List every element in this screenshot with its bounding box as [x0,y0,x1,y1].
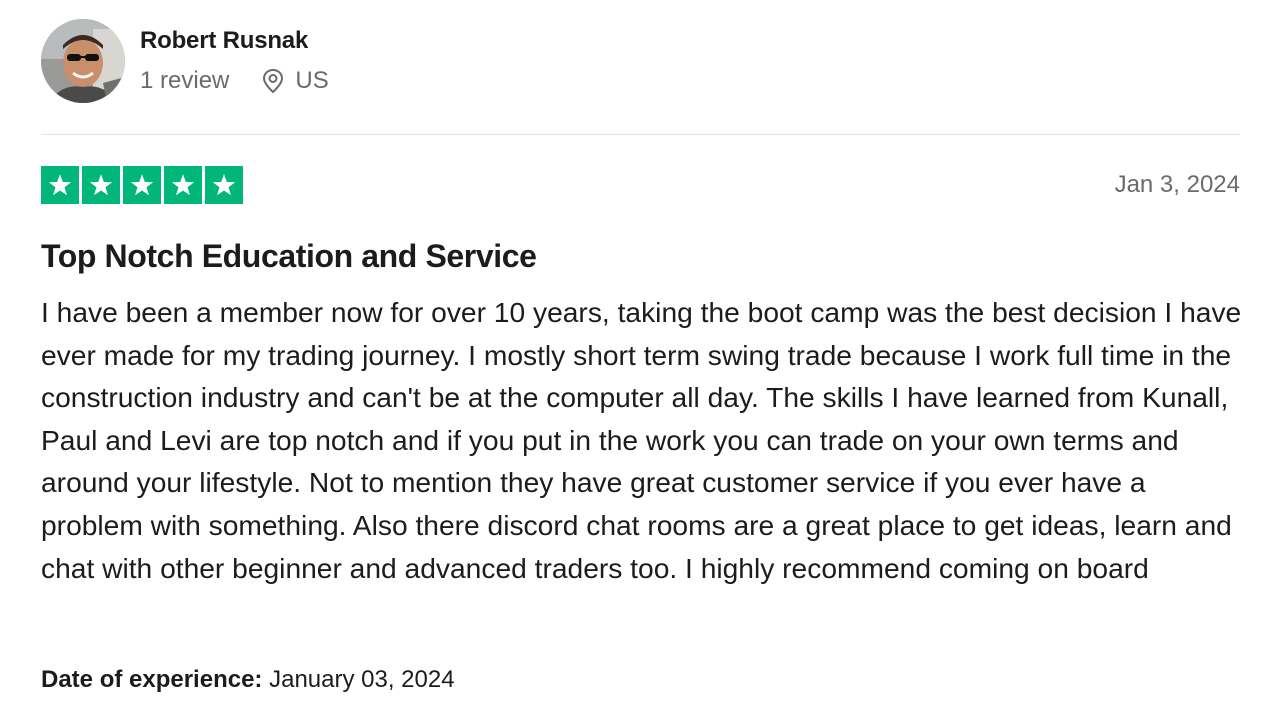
avatar-photo-icon [41,19,125,103]
reviewer-header: Robert Rusnak 1 review US [41,19,329,105]
reviewer-meta: 1 review US [140,66,329,96]
star-icon [41,166,79,204]
star-icon [82,166,120,204]
review-title[interactable]: Top Notch Education and Service [41,236,537,276]
star-icon [123,166,161,204]
review-card: Robert Rusnak 1 review US Jan 3, 2024 To… [41,0,1241,720]
reviewer-name[interactable]: Robert Rusnak [140,26,329,56]
reviewer-info: Robert Rusnak 1 review US [140,19,329,96]
star-icon [205,166,243,204]
location-pin-icon [261,68,285,94]
date-of-experience: Date of experience: January 03, 2024 [41,664,455,696]
reviewer-avatar[interactable] [41,19,125,103]
star-rating [41,166,243,204]
experience-date: January 03, 2024 [269,666,455,693]
star-icon [164,166,202,204]
reviewer-country: US [295,67,329,94]
header-divider [41,134,1240,135]
review-count: 1 review [140,67,230,94]
review-text: I have been a member now for over 10 yea… [41,296,1242,584]
experience-label: Date of experience: [41,666,263,693]
review-date: Jan 3, 2024 [1114,171,1240,198]
